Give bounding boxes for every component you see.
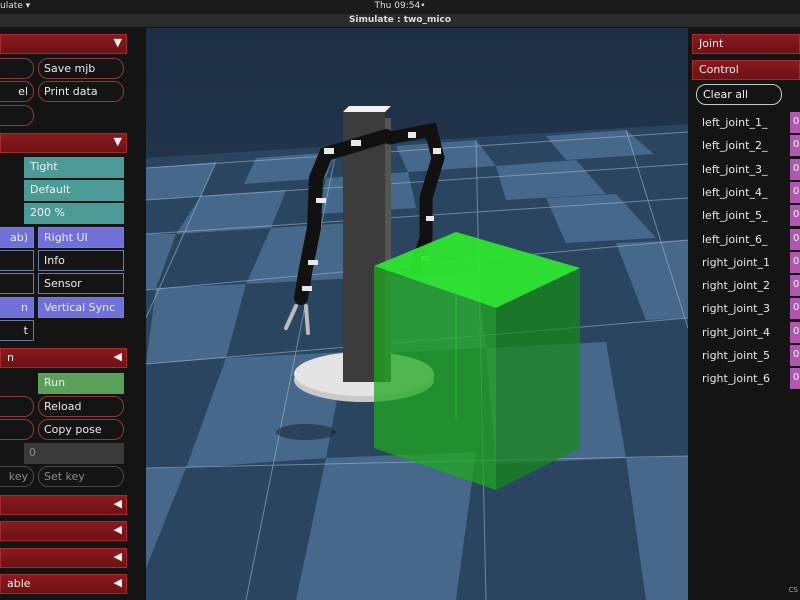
print-model-button[interactable]: el [0, 81, 34, 102]
print-data-button[interactable]: Print data [38, 81, 124, 102]
joint-row: right_joint_5 0 [692, 345, 800, 367]
help-toggle[interactable] [0, 250, 34, 271]
right-ui-toggle[interactable]: Right UI [38, 227, 124, 248]
expand-arrow-icon: ◀ [113, 550, 122, 563]
joint-label: right_joint_5 [702, 349, 770, 362]
window-title: Simulate : two_mico [348, 15, 452, 25]
right-ui-panel: Joint Control Clear all left_joint_1_ 0.5… [688, 28, 800, 600]
sensor-toggle[interactable]: Sensor [38, 273, 124, 294]
joint-slider[interactable]: 0 [790, 345, 800, 366]
expand-arrow-icon: ◀ [113, 497, 122, 510]
joint-row: right_joint_4 0 [692, 321, 800, 344]
scene-render [146, 28, 688, 600]
quit-button[interactable] [0, 105, 34, 126]
simulation-header-label: n [7, 351, 14, 364]
corner-text: CS [788, 586, 798, 594]
system-top-bar: ulate ▾ Thu 09:54• [0, 0, 800, 14]
set-key-button[interactable]: Set key [38, 466, 124, 487]
joint-label: right_joint_1 [702, 255, 770, 269]
option-section-header[interactable]: ▼ [0, 133, 127, 153]
spacing-select[interactable]: Tight [24, 157, 124, 178]
joint-label: left_joint_2_ [702, 139, 768, 153]
joint-label: right_joint_4 [702, 325, 770, 339]
joint-row: left_joint_3_ 0 [692, 158, 800, 181]
file-section-header[interactable]: ▼ [0, 34, 127, 54]
rendering-section-header[interactable]: ◀ [0, 548, 127, 568]
load-key-button[interactable]: key [0, 466, 34, 487]
collapse-arrow-icon: ◀ [113, 350, 122, 363]
simulation-section-header[interactable]: n ◀ [0, 348, 127, 368]
joint-row: left_joint_5_ 0 [692, 205, 800, 227]
joint-slider[interactable]: 0 [790, 251, 800, 273]
joint-slider[interactable]: 0 [790, 275, 800, 297]
joint-slider[interactable]: 0 [790, 298, 800, 320]
joint-row: right_joint_3 0 [692, 298, 800, 320]
watch-section-header[interactable]: ◀ [0, 495, 127, 515]
info-toggle[interactable]: Info [38, 250, 124, 271]
joint-slider[interactable]: 0 [790, 158, 800, 180]
visualization-header-label: able [7, 577, 31, 590]
joint-slider[interactable]: 0.5 [790, 112, 800, 133]
joint-label: left_joint_6_ [702, 232, 768, 246]
joint-label: right_joint_2 [702, 279, 770, 293]
window-title-bar: Simulate : two_mico [0, 14, 800, 28]
fullscreen-toggle[interactable]: n [0, 297, 34, 318]
simulation-viewport[interactable] [146, 28, 688, 600]
joint-label: right_joint_6 [702, 372, 770, 386]
joint-label: left_joint_4_ [702, 185, 768, 199]
joint-slider[interactable]: 0 [790, 205, 800, 227]
align-button[interactable] [0, 419, 34, 440]
reset-button[interactable] [0, 396, 34, 417]
joint-slider[interactable]: 0 [790, 181, 800, 203]
save-xml-button[interactable] [0, 58, 34, 79]
green-target-box [374, 232, 580, 490]
expand-arrow-icon: ◀ [113, 523, 122, 536]
joint-label: left_joint_1_ [702, 116, 768, 129]
expand-arrow-icon: ◀ [113, 576, 122, 589]
reload-button[interactable]: Reload [38, 396, 124, 417]
joint-row: left_joint_2_ 0 [692, 135, 800, 157]
joint-slider[interactable]: 0 [790, 228, 800, 250]
physics-section-header[interactable]: ◀ [0, 521, 127, 541]
save-mjb-button[interactable]: Save mjb [38, 58, 124, 79]
joint-label: left_joint_3_ [702, 162, 768, 176]
joint-slider[interactable]: 0 [790, 135, 800, 157]
run-button[interactable]: Run [38, 373, 124, 394]
joint-slider[interactable]: 0 [790, 321, 800, 343]
visualization-section-header[interactable]: able ◀ [0, 574, 127, 594]
joint-row: right_joint_1 0 [692, 251, 800, 274]
control-section-header[interactable]: Control [692, 60, 800, 80]
joint-slider[interactable]: 0 [790, 368, 800, 390]
profiler-toggle[interactable] [0, 273, 34, 294]
joint-row: left_joint_6_ 0 [692, 228, 800, 251]
left-ui-toggle[interactable]: ab) [0, 227, 34, 248]
key-slider[interactable]: 0 [24, 443, 124, 464]
clock[interactable]: Thu 09:54• [0, 1, 800, 11]
vertical-sync-toggle[interactable]: Vertical Sync [38, 297, 124, 318]
joint-section-header[interactable]: Joint [692, 34, 800, 54]
joint-row: right_joint_2 0 [692, 275, 800, 297]
left-ui-panel: ▼ Save mjb el Print data ▼ Tight Default… [0, 28, 146, 600]
joint-label: left_joint_5_ [702, 209, 768, 223]
joint-row: right_joint_6 0 [692, 368, 800, 390]
pause-button[interactable] [0, 373, 36, 394]
collapse-arrow-icon: ▼ [113, 135, 122, 148]
collapse-arrow-icon: ▼ [113, 36, 122, 49]
joint-row: left_joint_1_ 0.5 [692, 112, 800, 134]
color-select[interactable]: Default [24, 180, 124, 201]
joint-label: right_joint_3 [702, 302, 770, 316]
busy-wait-toggle[interactable]: t [0, 320, 34, 341]
font-select[interactable]: 200 % [24, 203, 124, 224]
clear-all-button[interactable]: Clear all [696, 84, 782, 105]
joint-row: left_joint_4_ 0 [692, 181, 800, 204]
copy-pose-button[interactable]: Copy pose [38, 419, 124, 440]
